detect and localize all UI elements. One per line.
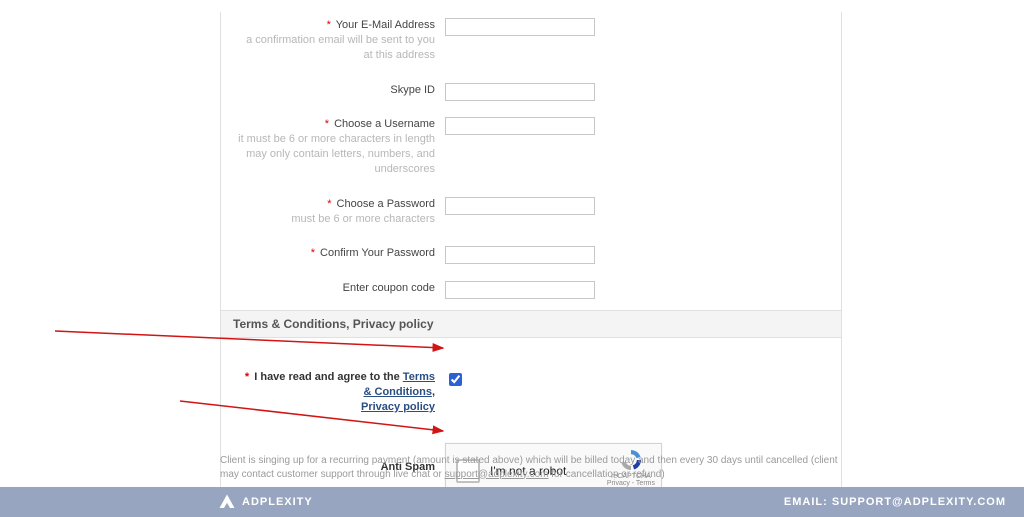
footer-email-value: SUPPORT@ADPLEXITY.COM: [832, 496, 1006, 508]
disclaimer-text: Client is singing up for a recurring pay…: [220, 454, 840, 481]
signup-form: * Your E-Mail Address a confirmation ema…: [220, 12, 842, 517]
row-coupon: Enter coupon code: [221, 275, 841, 310]
email-field[interactable]: [445, 18, 595, 36]
required-mark: *: [327, 198, 331, 210]
coupon-label: Enter coupon code: [343, 282, 435, 294]
footer-brand: ADPLEXITY: [218, 493, 313, 511]
terms-checkbox[interactable]: [449, 373, 462, 386]
brand-logo-icon: [218, 493, 236, 511]
username-hint: it must be 6 or more characters in lengt…: [235, 132, 435, 177]
skype-label: Skype ID: [390, 84, 435, 96]
disclaimer-email-link[interactable]: support@adplexity.com: [445, 469, 549, 480]
password-hint: must be 6 or more characters: [235, 212, 435, 227]
row-terms-agree: * I have read and agree to the Terms & C…: [221, 364, 841, 429]
disclaimer-post: for cancellation or refund): [551, 469, 664, 480]
password-label: Choose a Password: [337, 198, 435, 210]
page-footer: ADPLEXITY EMAIL: SUPPORT@ADPLEXITY.COM: [0, 487, 1024, 517]
required-mark: *: [311, 247, 315, 259]
terms-sep: ,: [432, 386, 435, 398]
confirm-label: Confirm Your Password: [320, 247, 435, 259]
coupon-field[interactable]: [445, 281, 595, 299]
required-mark: *: [245, 371, 249, 383]
skype-field[interactable]: [445, 83, 595, 101]
privacy-link[interactable]: Privacy policy: [361, 401, 435, 413]
terms-agree-prefix: I have read and agree to the: [254, 371, 403, 383]
footer-email: EMAIL: SUPPORT@ADPLEXITY.COM: [784, 496, 1006, 508]
confirm-field[interactable]: [445, 246, 595, 264]
row-username: * Choose a Username it must be 6 or more…: [221, 111, 841, 190]
username-label: Choose a Username: [334, 118, 435, 130]
required-mark: *: [325, 118, 329, 130]
footer-email-label: EMAIL:: [784, 496, 832, 508]
row-password: * Choose a Password must be 6 or more ch…: [221, 191, 841, 241]
email-hint: a confirmation email will be sent to you…: [235, 33, 435, 63]
terms-section-header: Terms & Conditions, Privacy policy: [221, 310, 841, 338]
row-email: * Your E-Mail Address a confirmation ema…: [221, 12, 841, 77]
row-confirm: * Confirm Your Password: [221, 240, 841, 275]
email-label: Your E-Mail Address: [336, 19, 435, 31]
footer-brand-text: ADPLEXITY: [242, 496, 313, 508]
row-skype: Skype ID: [221, 77, 841, 112]
username-field[interactable]: [445, 117, 595, 135]
password-field[interactable]: [445, 197, 595, 215]
required-mark: *: [327, 19, 331, 31]
